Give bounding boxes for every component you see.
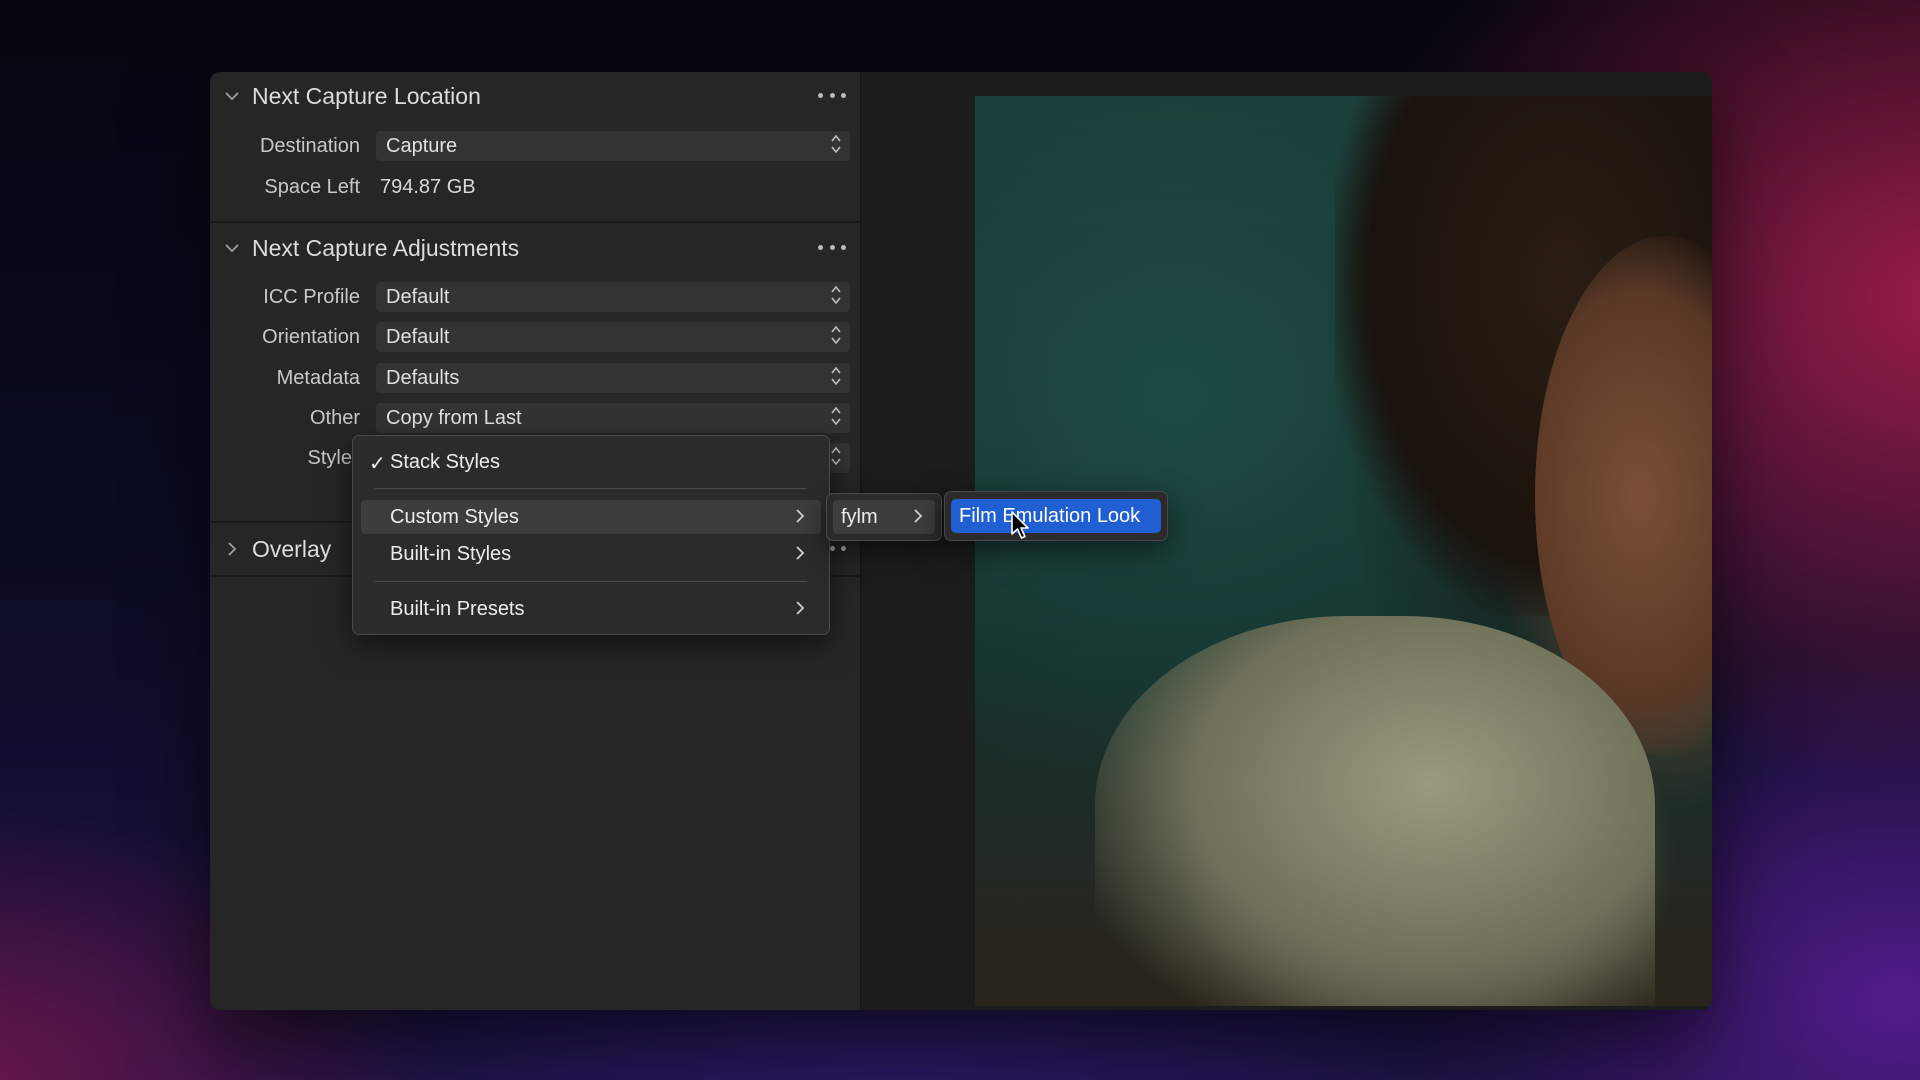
photo-preview <box>975 96 1712 1006</box>
menu-item-built-in-presets[interactable]: Built-in Presets <box>361 592 821 626</box>
other-label: Other <box>309 407 360 429</box>
destination-value: Capture <box>386 135 458 157</box>
space-left-label: Space Left <box>264 176 360 198</box>
other-row: Other Copy from Last <box>210 403 860 433</box>
destination-label: Destination <box>259 135 360 157</box>
fylm-submenu: Film Emulation Look <box>944 491 1168 541</box>
chevron-right-icon <box>795 597 809 619</box>
destination-row: Destination Capture <box>210 131 860 161</box>
image-viewer[interactable] <box>861 72 1712 1010</box>
orientation-row: Orientation Default <box>210 322 860 352</box>
up-down-arrows-icon <box>828 283 844 311</box>
checkmark-icon: ✓ <box>369 453 386 475</box>
metadata-row: Metadata Defaults <box>210 363 860 393</box>
section-title: Next Capture Location <box>252 82 481 109</box>
menu-item-built-in-styles[interactable]: Built-in Styles <box>361 537 821 571</box>
other-value: Copy from Last <box>386 407 522 429</box>
menu-item-label: Built-in Styles <box>390 543 512 565</box>
icc-profile-value: Default <box>386 286 450 308</box>
up-down-arrows-icon <box>828 404 844 432</box>
icc-profile-row: ICC Profile Default <box>210 282 860 312</box>
section-header-capture-adjustments[interactable]: Next Capture Adjustments <box>210 226 860 270</box>
up-down-arrows-icon <box>828 444 844 472</box>
space-left-row: Space Left 794.87 GB <box>210 172 860 202</box>
section-title: Overlay <box>252 535 332 562</box>
menu-item-label: Stack Styles <box>390 451 501 473</box>
submenu-item-film-emulation-look[interactable]: Film Emulation Look <box>951 499 1161 533</box>
more-options-icon[interactable] <box>818 84 846 106</box>
more-options-icon[interactable] <box>818 236 846 258</box>
chevron-right-icon <box>795 505 809 527</box>
section-header-capture-location[interactable]: Next Capture Location <box>210 74 860 118</box>
orientation-value: Default <box>386 326 450 348</box>
submenu-item-label: Film Emulation Look <box>959 505 1141 527</box>
icc-profile-label: ICC Profile <box>263 286 360 308</box>
custom-styles-submenu: fylm <box>826 493 942 541</box>
chevron-right-icon <box>913 505 927 527</box>
other-select[interactable]: Copy from Last <box>376 403 850 433</box>
orientation-select[interactable]: Default <box>376 322 850 352</box>
menu-separator <box>375 488 807 489</box>
menu-item-label: Built-in Presets <box>390 598 525 620</box>
mouse-cursor-icon <box>1010 510 1032 542</box>
chevron-right-icon[interactable] <box>222 542 242 556</box>
metadata-label: Metadata <box>276 367 360 389</box>
chevron-down-icon[interactable] <box>222 91 242 101</box>
menu-item-label: Custom Styles <box>390 506 519 528</box>
submenu-item-fylm[interactable]: fylm <box>833 500 935 534</box>
section-divider <box>210 221 860 223</box>
menu-item-custom-styles[interactable]: Custom Styles <box>361 500 821 534</box>
icc-profile-select[interactable]: Default <box>376 282 850 312</box>
destination-select[interactable]: Capture <box>376 131 850 161</box>
up-down-arrows-icon <box>828 132 844 160</box>
menu-separator <box>375 581 807 582</box>
space-left-value: 794.87 GB <box>380 176 476 198</box>
up-down-arrows-icon <box>828 323 844 351</box>
up-down-arrows-icon <box>828 364 844 392</box>
section-title: Next Capture Adjustments <box>252 234 520 261</box>
orientation-label: Orientation <box>262 326 360 348</box>
menu-item-stack-styles[interactable]: ✓ Stack Styles <box>361 445 821 479</box>
metadata-value: Defaults <box>386 367 460 389</box>
submenu-item-label: fylm <box>841 506 878 528</box>
styles-menu: ✓ Stack Styles Custom Styles Built-in St… <box>352 435 830 635</box>
metadata-select[interactable]: Defaults <box>376 363 850 393</box>
chevron-down-icon[interactable] <box>222 243 242 253</box>
chevron-right-icon <box>795 542 809 564</box>
